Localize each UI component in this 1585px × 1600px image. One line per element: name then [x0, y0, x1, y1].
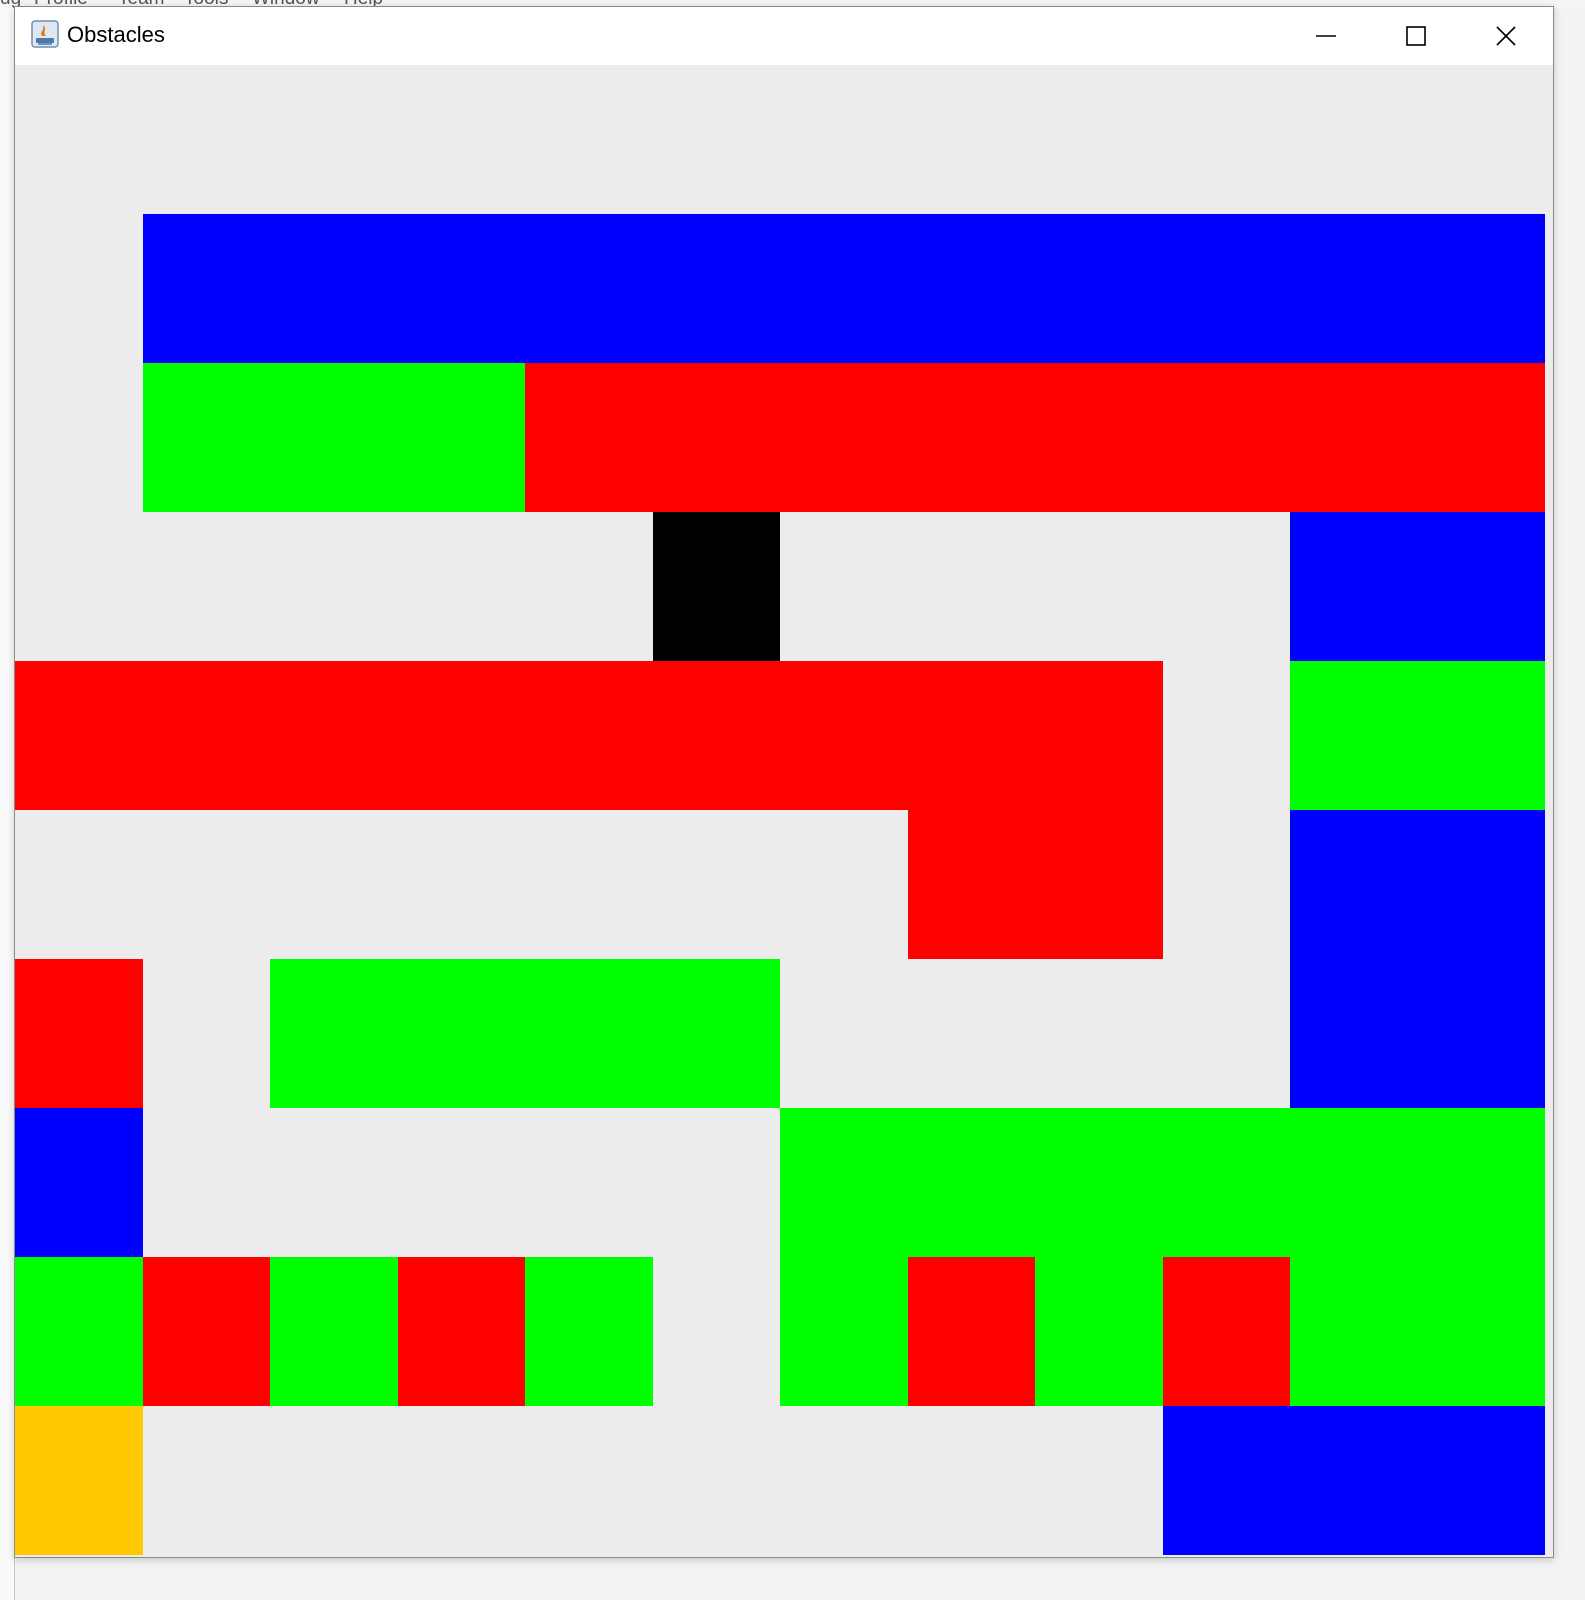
obstacles-window: Obstacles	[14, 6, 1554, 1558]
red-obstacle-cell	[15, 959, 143, 1108]
yellow-player-cell	[15, 1406, 143, 1555]
green-obstacle-cell	[780, 1108, 908, 1257]
green-obstacle-cell	[143, 363, 270, 512]
maximize-button[interactable]	[1371, 7, 1459, 65]
red-obstacle-cell	[15, 661, 143, 810]
window-title: Obstacles	[67, 22, 165, 47]
blue-obstacle-cell	[1418, 214, 1545, 363]
green-obstacle-cell	[525, 959, 653, 1108]
green-obstacle-cell	[1418, 1257, 1545, 1406]
minimize-icon	[1316, 35, 1336, 37]
minimize-button[interactable]	[1281, 7, 1369, 65]
blue-obstacle-cell	[1418, 1406, 1545, 1555]
red-obstacle-cell	[653, 363, 780, 512]
red-obstacle-cell	[398, 1257, 525, 1406]
red-obstacle-cell	[143, 1257, 270, 1406]
red-obstacle-cell	[143, 661, 270, 810]
red-obstacle-cell	[270, 661, 398, 810]
green-obstacle-cell	[780, 1257, 908, 1406]
blue-obstacle-cell	[908, 214, 1035, 363]
blue-obstacle-cell	[780, 214, 908, 363]
blue-obstacle-cell	[1418, 810, 1545, 959]
red-obstacle-cell	[1035, 810, 1163, 959]
green-obstacle-cell	[1418, 661, 1545, 810]
green-obstacle-cell	[1035, 1108, 1163, 1257]
red-obstacle-cell	[908, 661, 1035, 810]
red-obstacle-cell	[1035, 363, 1163, 512]
blue-obstacle-cell	[1290, 512, 1418, 661]
blue-obstacle-cell	[15, 1108, 143, 1257]
blue-obstacle-cell	[398, 214, 525, 363]
red-obstacle-cell	[780, 363, 908, 512]
blue-obstacle-cell	[1418, 512, 1545, 661]
blue-obstacle-cell	[143, 214, 270, 363]
close-button[interactable]	[1461, 7, 1549, 65]
green-obstacle-cell	[1290, 1108, 1418, 1257]
ide-side-strip	[0, 8, 15, 1600]
red-obstacle-cell	[908, 363, 1035, 512]
blue-obstacle-cell	[1290, 214, 1418, 363]
blue-obstacle-cell	[1290, 959, 1418, 1108]
obstacle-grid-canvas[interactable]	[15, 65, 1553, 1557]
green-obstacle-cell	[653, 959, 780, 1108]
blue-obstacle-cell	[1035, 214, 1163, 363]
black-obstacle-cell	[653, 512, 780, 661]
red-obstacle-cell	[1163, 363, 1290, 512]
red-obstacle-cell	[398, 661, 525, 810]
close-icon	[1496, 26, 1516, 46]
blue-obstacle-cell	[525, 214, 653, 363]
green-obstacle-cell	[1290, 1257, 1418, 1406]
red-obstacle-cell	[908, 1257, 1035, 1406]
blue-obstacle-cell	[653, 214, 780, 363]
red-obstacle-cell	[908, 810, 1035, 959]
red-obstacle-cell	[1418, 363, 1545, 512]
green-obstacle-cell	[15, 1257, 143, 1406]
red-obstacle-cell	[1035, 661, 1163, 810]
maximize-icon	[1406, 26, 1426, 46]
green-obstacle-cell	[908, 1108, 1035, 1257]
green-obstacle-cell	[270, 959, 398, 1108]
blue-obstacle-cell	[1163, 214, 1290, 363]
green-obstacle-cell	[1163, 1108, 1290, 1257]
title-bar[interactable]: Obstacles	[15, 7, 1553, 65]
red-obstacle-cell	[1163, 1257, 1290, 1406]
green-obstacle-cell	[1418, 1108, 1545, 1257]
java-app-icon	[31, 20, 59, 48]
green-obstacle-cell	[398, 959, 525, 1108]
green-obstacle-cell	[1290, 661, 1418, 810]
green-obstacle-cell	[398, 363, 525, 512]
green-obstacle-cell	[525, 1257, 653, 1406]
blue-obstacle-cell	[270, 214, 398, 363]
green-obstacle-cell	[270, 363, 398, 512]
blue-obstacle-cell	[1163, 1406, 1290, 1555]
green-obstacle-cell	[1035, 1257, 1163, 1406]
red-obstacle-cell	[1290, 363, 1418, 512]
red-obstacle-cell	[780, 661, 908, 810]
blue-obstacle-cell	[1290, 1406, 1418, 1555]
green-obstacle-cell	[270, 1257, 398, 1406]
red-obstacle-cell	[653, 661, 780, 810]
red-obstacle-cell	[525, 363, 653, 512]
red-obstacle-cell	[525, 661, 653, 810]
blue-obstacle-cell	[1418, 959, 1545, 1108]
blue-obstacle-cell	[1290, 810, 1418, 959]
